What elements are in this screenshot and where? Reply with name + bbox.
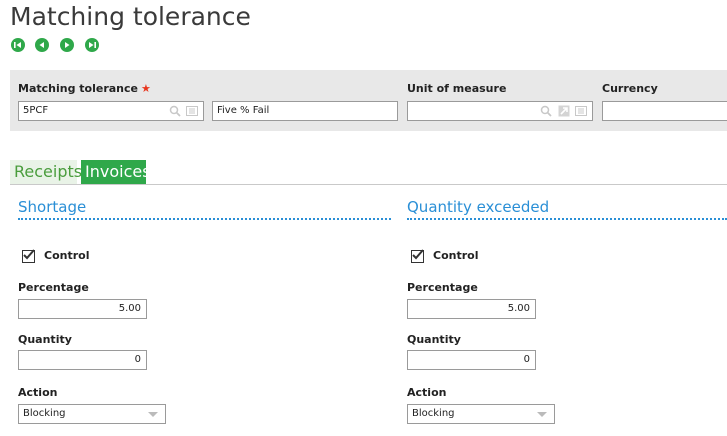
exceeded-percentage-input[interactable]: 5.00 — [407, 299, 536, 319]
first-record-icon[interactable] — [11, 38, 25, 52]
description-field[interactable]: Five % Fail — [212, 101, 398, 121]
tab-receipts[interactable]: Receipts — [10, 160, 82, 184]
checkmark-icon — [412, 249, 424, 260]
chevron-down-icon — [537, 412, 547, 417]
details-icon[interactable] — [186, 105, 198, 117]
shortage-quantity-input[interactable]: 0 — [18, 350, 147, 370]
unit-of-measure-label: Unit of measure — [407, 82, 507, 95]
exceeded-section-title: Quantity exceeded — [407, 198, 550, 216]
exceeded-percentage-label: Percentage — [407, 281, 478, 294]
exceeded-control-label: Control — [433, 249, 479, 262]
exceeded-action-value: Blocking — [412, 408, 455, 419]
chevron-down-icon — [148, 412, 158, 417]
matching-tolerance-code-field[interactable]: 5PCF — [18, 101, 204, 121]
shortage-section-divider — [18, 218, 391, 220]
currency-field[interactable] — [602, 101, 727, 121]
exceeded-quantity-label: Quantity — [407, 333, 461, 346]
shortage-quantity-label: Quantity — [18, 333, 72, 346]
shortage-action-select[interactable]: Blocking — [18, 404, 166, 424]
search-icon[interactable] — [169, 105, 181, 117]
matching-tolerance-code-value: 5PCF — [23, 105, 49, 116]
matching-tolerance-label-text: Matching tolerance — [18, 82, 138, 95]
required-marker: ★ — [141, 82, 151, 95]
previous-record-icon[interactable] — [35, 38, 49, 52]
details-icon[interactable] — [575, 105, 587, 117]
unit-of-measure-field[interactable] — [407, 101, 593, 121]
shortage-section-title: Shortage — [18, 198, 87, 216]
exceeded-quantity-input[interactable]: 0 — [407, 350, 536, 370]
exceeded-control-checkbox[interactable] — [411, 249, 424, 263]
shortage-control-label: Control — [44, 249, 90, 262]
shortage-action-label: Action — [18, 386, 58, 399]
exceeded-action-label: Action — [407, 386, 447, 399]
shortage-action-value: Blocking — [23, 408, 66, 419]
shortage-control-checkbox[interactable] — [22, 249, 35, 263]
exceeded-section-divider — [407, 218, 727, 220]
search-icon[interactable] — [540, 105, 552, 117]
last-record-icon[interactable] — [85, 38, 99, 52]
currency-label: Currency — [602, 82, 658, 95]
matching-tolerance-label: Matching tolerance ★ — [18, 82, 151, 95]
checkmark-icon — [23, 249, 35, 260]
shortage-percentage-input[interactable]: 5.00 — [18, 299, 147, 319]
page-title: Matching tolerance — [10, 2, 251, 31]
shortage-percentage-label: Percentage — [18, 281, 89, 294]
next-record-icon[interactable] — [60, 38, 74, 52]
tab-divider — [10, 184, 727, 185]
description-value: Five % Fail — [217, 105, 270, 116]
link-icon[interactable] — [558, 105, 570, 117]
exceeded-action-select[interactable]: Blocking — [407, 404, 555, 424]
tab-invoices[interactable]: Invoices — [81, 160, 151, 184]
